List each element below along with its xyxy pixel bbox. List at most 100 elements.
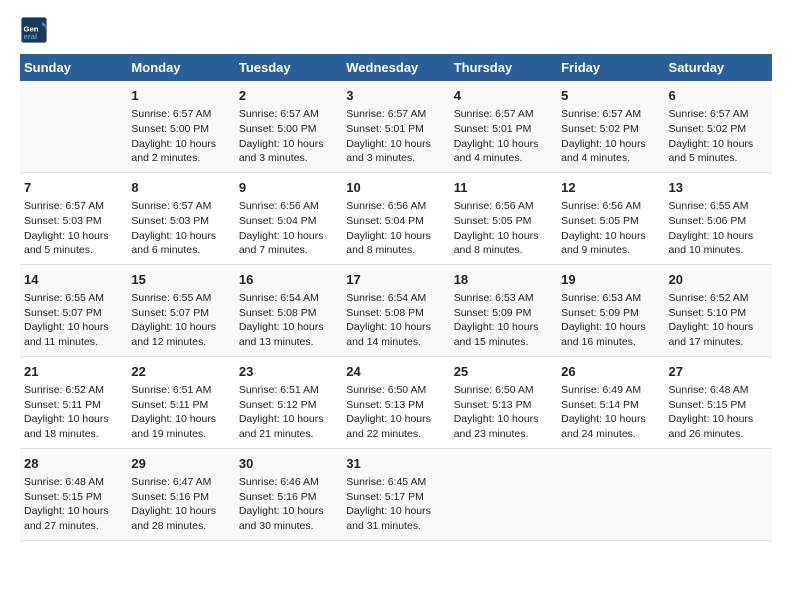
day-number: 19 <box>561 271 660 289</box>
day-number: 31 <box>346 455 445 473</box>
calendar-cell: 9 Sunrise: 6:56 AM Sunset: 5:04 PM Daylig… <box>235 172 342 264</box>
logo: Gen eral <box>20 16 50 44</box>
calendar-cell: 24 Sunrise: 6:50 AM Sunset: 5:13 PM Dayli… <box>342 356 449 448</box>
day-number: 29 <box>131 455 230 473</box>
header-monday: Monday <box>127 54 234 81</box>
calendar-cell: 27Sunrise: 6:48 AM Sunset: 5:15 PM Dayli… <box>665 356 772 448</box>
day-number: 23 <box>239 363 338 381</box>
day-number: 18 <box>454 271 553 289</box>
calendar-cell: 10 Sunrise: 6:56 AM Sunset: 5:04 PM Dayli… <box>342 172 449 264</box>
day-info: Sunrise: 6:54 AM Sunset: 5:08 PM Dayligh… <box>239 291 338 350</box>
calendar-cell <box>450 448 557 540</box>
day-info: Sunrise: 6:57 AM Sunset: 5:03 PM Dayligh… <box>131 199 230 258</box>
day-number: 1 <box>131 87 230 105</box>
calendar-cell: 14 Sunrise: 6:55 AM Sunset: 5:07 PM Dayli… <box>20 264 127 356</box>
day-number: 22 <box>131 363 230 381</box>
calendar-cell: 2Sunrise: 6:57 AM Sunset: 5:00 PM Daylig… <box>235 81 342 172</box>
header-saturday: Saturday <box>665 54 772 81</box>
day-info: Sunrise: 6:56 AM Sunset: 5:04 PM Dayligh… <box>239 199 338 258</box>
calendar-cell: 1 Sunrise: 6:57 AM Sunset: 5:00 PM Daylig… <box>127 81 234 172</box>
calendar-cell: 11 Sunrise: 6:56 AM Sunset: 5:05 PM Dayli… <box>450 172 557 264</box>
day-number: 8 <box>131 179 230 197</box>
day-info: Sunrise: 6:57 AM Sunset: 5:02 PM Dayligh… <box>561 107 660 166</box>
calendar-cell: 22Sunrise: 6:51 AM Sunset: 5:11 PM Dayli… <box>127 356 234 448</box>
day-number: 25 <box>454 363 553 381</box>
day-info: Sunrise: 6:51 AM Sunset: 5:12 PM Dayligh… <box>239 383 338 442</box>
day-info: Sunrise: 6:55 AM Sunset: 5:06 PM Dayligh… <box>669 199 768 258</box>
day-number: 7 <box>24 179 123 197</box>
calendar-cell: 26Sunrise: 6:49 AM Sunset: 5:14 PM Dayli… <box>557 356 664 448</box>
calendar-cell: 29 Sunrise: 6:47 AM Sunset: 5:16 PM Dayli… <box>127 448 234 540</box>
calendar-cell: 4 Sunrise: 6:57 AM Sunset: 5:01 PM Daylig… <box>450 81 557 172</box>
day-number: 3 <box>346 87 445 105</box>
day-info: Sunrise: 6:56 AM Sunset: 5:05 PM Dayligh… <box>454 199 553 258</box>
calendar-cell: 31Sunrise: 6:45 AM Sunset: 5:17 PM Dayli… <box>342 448 449 540</box>
calendar-table: SundayMondayTuesdayWednesdayThursdayFrid… <box>20 54 772 541</box>
calendar-week-1: 1 Sunrise: 6:57 AM Sunset: 5:00 PM Daylig… <box>20 81 772 172</box>
day-info: Sunrise: 6:54 AM Sunset: 5:08 PM Dayligh… <box>346 291 445 350</box>
day-info: Sunrise: 6:53 AM Sunset: 5:09 PM Dayligh… <box>561 291 660 350</box>
calendar-cell: 7Sunrise: 6:57 AM Sunset: 5:03 PM Daylig… <box>20 172 127 264</box>
day-number: 12 <box>561 179 660 197</box>
calendar-cell: 5Sunrise: 6:57 AM Sunset: 5:02 PM Daylig… <box>557 81 664 172</box>
day-info: Sunrise: 6:50 AM Sunset: 5:13 PM Dayligh… <box>454 383 553 442</box>
day-info: Sunrise: 6:57 AM Sunset: 5:01 PM Dayligh… <box>454 107 553 166</box>
day-info: Sunrise: 6:48 AM Sunset: 5:15 PM Dayligh… <box>24 475 123 534</box>
day-number: 14 <box>24 271 123 289</box>
day-info: Sunrise: 6:55 AM Sunset: 5:07 PM Dayligh… <box>24 291 123 350</box>
day-info: Sunrise: 6:57 AM Sunset: 5:02 PM Dayligh… <box>669 107 768 166</box>
calendar-cell: 13Sunrise: 6:55 AM Sunset: 5:06 PM Dayli… <box>665 172 772 264</box>
calendar-cell: 21Sunrise: 6:52 AM Sunset: 5:11 PM Dayli… <box>20 356 127 448</box>
calendar-week-5: 28 Sunrise: 6:48 AM Sunset: 5:15 PM Dayli… <box>20 448 772 540</box>
calendar-cell: 17 Sunrise: 6:54 AM Sunset: 5:08 PM Dayli… <box>342 264 449 356</box>
day-number: 15 <box>131 271 230 289</box>
calendar-cell: 18 Sunrise: 6:53 AM Sunset: 5:09 PM Dayli… <box>450 264 557 356</box>
day-info: Sunrise: 6:56 AM Sunset: 5:04 PM Dayligh… <box>346 199 445 258</box>
calendar-cell: 12 Sunrise: 6:56 AM Sunset: 5:05 PM Dayli… <box>557 172 664 264</box>
calendar-week-3: 14 Sunrise: 6:55 AM Sunset: 5:07 PM Dayli… <box>20 264 772 356</box>
calendar-cell: 16 Sunrise: 6:54 AM Sunset: 5:08 PM Dayli… <box>235 264 342 356</box>
day-number: 9 <box>239 179 338 197</box>
day-number: 6 <box>669 87 768 105</box>
day-info: Sunrise: 6:57 AM Sunset: 5:01 PM Dayligh… <box>346 107 445 166</box>
day-info: Sunrise: 6:50 AM Sunset: 5:13 PM Dayligh… <box>346 383 445 442</box>
day-info: Sunrise: 6:57 AM Sunset: 5:00 PM Dayligh… <box>131 107 230 166</box>
day-info: Sunrise: 6:53 AM Sunset: 5:09 PM Dayligh… <box>454 291 553 350</box>
calendar-cell: 6 Sunrise: 6:57 AM Sunset: 5:02 PM Daylig… <box>665 81 772 172</box>
calendar-cell <box>665 448 772 540</box>
day-number: 10 <box>346 179 445 197</box>
header-sunday: Sunday <box>20 54 127 81</box>
day-info: Sunrise: 6:46 AM Sunset: 5:16 PM Dayligh… <box>239 475 338 534</box>
day-number: 21 <box>24 363 123 381</box>
header-friday: Friday <box>557 54 664 81</box>
calendar-cell: 20 Sunrise: 6:52 AM Sunset: 5:10 PM Dayli… <box>665 264 772 356</box>
calendar-cell <box>20 81 127 172</box>
day-number: 20 <box>669 271 768 289</box>
header-tuesday: Tuesday <box>235 54 342 81</box>
day-info: Sunrise: 6:52 AM Sunset: 5:10 PM Dayligh… <box>669 291 768 350</box>
calendar-cell <box>557 448 664 540</box>
calendar-header: SundayMondayTuesdayWednesdayThursdayFrid… <box>20 54 772 81</box>
day-info: Sunrise: 6:57 AM Sunset: 5:00 PM Dayligh… <box>239 107 338 166</box>
calendar-cell: 8 Sunrise: 6:57 AM Sunset: 5:03 PM Daylig… <box>127 172 234 264</box>
calendar-cell: 23 Sunrise: 6:51 AM Sunset: 5:12 PM Dayli… <box>235 356 342 448</box>
header-wednesday: Wednesday <box>342 54 449 81</box>
day-number: 11 <box>454 179 553 197</box>
day-number: 26 <box>561 363 660 381</box>
day-info: Sunrise: 6:55 AM Sunset: 5:07 PM Dayligh… <box>131 291 230 350</box>
calendar-cell: 3 Sunrise: 6:57 AM Sunset: 5:01 PM Daylig… <box>342 81 449 172</box>
day-info: Sunrise: 6:47 AM Sunset: 5:16 PM Dayligh… <box>131 475 230 534</box>
day-number: 16 <box>239 271 338 289</box>
day-info: Sunrise: 6:56 AM Sunset: 5:05 PM Dayligh… <box>561 199 660 258</box>
header-thursday: Thursday <box>450 54 557 81</box>
calendar-week-4: 21Sunrise: 6:52 AM Sunset: 5:11 PM Dayli… <box>20 356 772 448</box>
day-number: 17 <box>346 271 445 289</box>
calendar-cell: 19 Sunrise: 6:53 AM Sunset: 5:09 PM Dayli… <box>557 264 664 356</box>
calendar-cell: 30 Sunrise: 6:46 AM Sunset: 5:16 PM Dayli… <box>235 448 342 540</box>
day-number: 4 <box>454 87 553 105</box>
day-number: 28 <box>24 455 123 473</box>
day-number: 24 <box>346 363 445 381</box>
svg-text:eral: eral <box>24 32 38 41</box>
logo-icon: Gen eral <box>20 16 48 44</box>
day-number: 30 <box>239 455 338 473</box>
